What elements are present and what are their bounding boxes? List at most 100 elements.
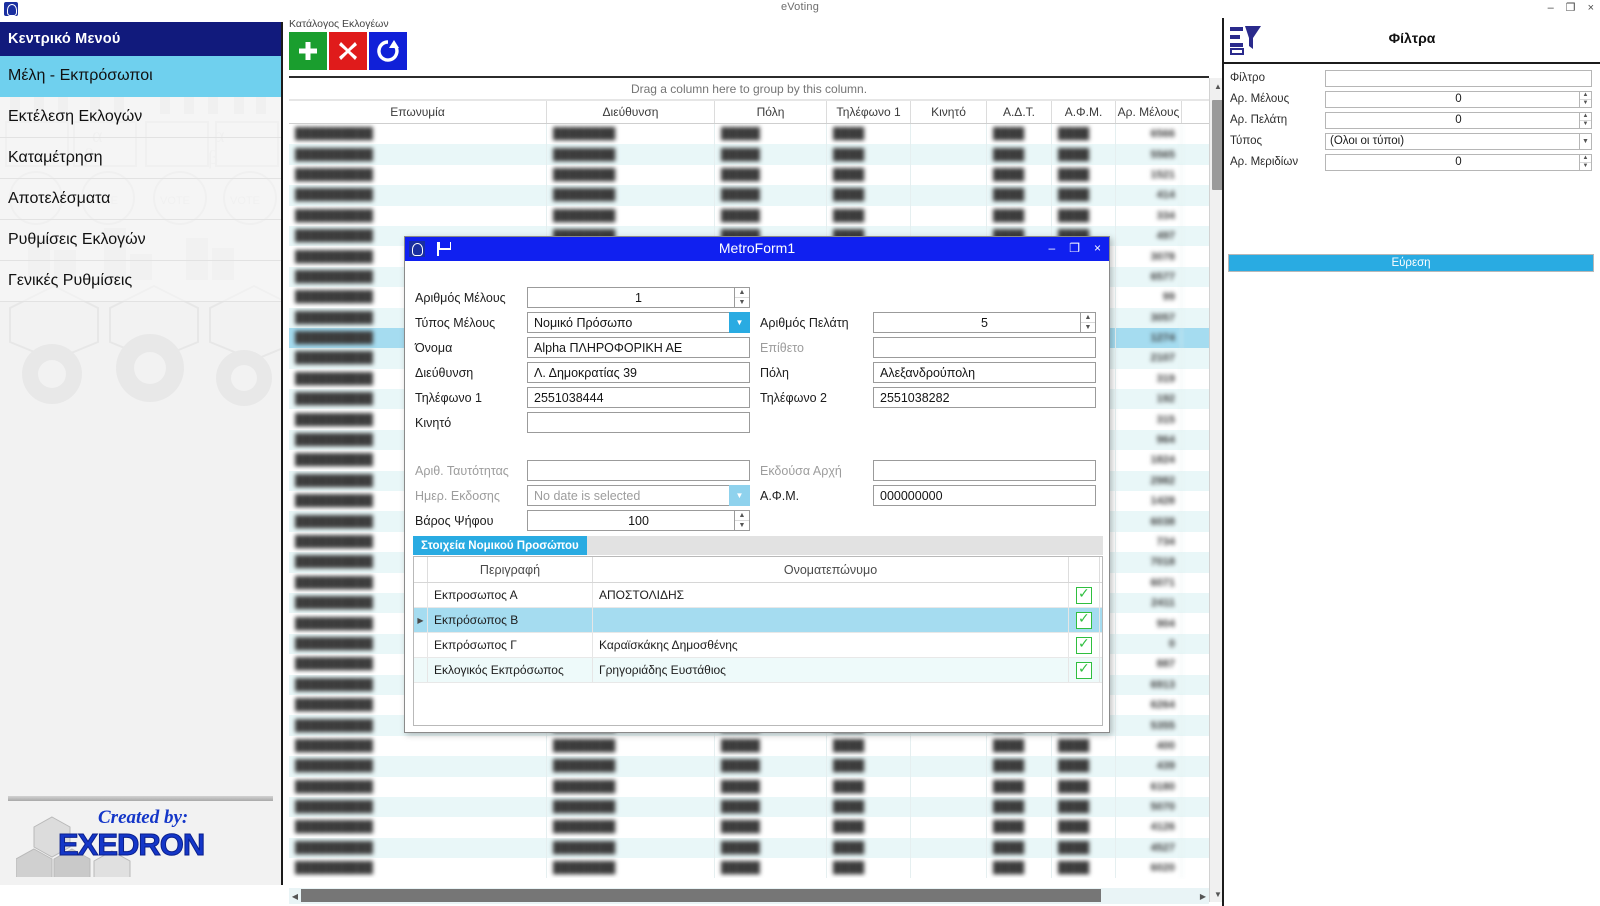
cell-description[interactable]: Εκπρόσωπος Γ: [428, 633, 593, 657]
window-minimize-button[interactable]: –: [1548, 2, 1554, 14]
chevron-down-icon[interactable]: ▼: [729, 312, 750, 333]
sidebar-item-results[interactable]: Αποτελέσματα: [0, 179, 281, 220]
input-city[interactable]: Αλεξανδρούπολη: [873, 362, 1096, 383]
filter-combo-type[interactable]: (Ολοι οι τύποι) ▼: [1325, 132, 1592, 150]
sidebar-item-counting[interactable]: Καταμέτρηση: [0, 138, 281, 179]
search-button[interactable]: Εύρεση: [1228, 254, 1594, 272]
spinner-shares[interactable]: ▲ ▼: [1579, 153, 1592, 171]
check-doc-icon[interactable]: [1076, 660, 1092, 679]
cell-description[interactable]: Εκπροσωπος Α: [428, 583, 593, 607]
table-row[interactable]: ██████████ ████████ █████ ████ ████ ████ 4126: [289, 817, 1209, 838]
representative-row[interactable]: Εκπροσωπος Α ΑΠΟΣΤΟΛΙΔΗΣ: [414, 583, 1102, 608]
input-afm[interactable]: 000000000: [873, 485, 1096, 506]
dialog-minimize-button[interactable]: –: [1049, 241, 1056, 255]
sidebar-item-election-settings[interactable]: Ρυθμίσεις Εκλογών: [0, 220, 281, 261]
table-row[interactable]: ██████████ ████████ █████ ████ ████ ████ 334: [289, 205, 1209, 226]
chevron-down-icon[interactable]: ▼: [1579, 132, 1592, 150]
grid-col-city[interactable]: Πόλη: [715, 101, 827, 123]
cell-action[interactable]: [1069, 658, 1100, 682]
scroll-right-arrow-icon[interactable]: ▶: [1197, 888, 1209, 904]
dialog-maximize-button[interactable]: ❐: [1069, 241, 1080, 255]
horizontal-scroll-thumb[interactable]: [301, 889, 1101, 902]
filter-input-member-no[interactable]: 0 ▲ ▼: [1325, 90, 1592, 108]
representative-row[interactable]: ▶ Εκπρόσωπος Β: [414, 608, 1102, 633]
check-doc-icon[interactable]: [1076, 585, 1092, 604]
spinner-client-no[interactable]: ▲ ▼: [1579, 111, 1592, 129]
refresh-button[interactable]: [369, 32, 407, 70]
spinner-member-no[interactable]: ▲ ▼: [1579, 90, 1592, 108]
check-doc-icon[interactable]: [1076, 610, 1092, 629]
cell-action[interactable]: [1069, 608, 1100, 632]
representatives-grid-body[interactable]: Εκπροσωπος ΑΑΠΟΣΤΟΛΙΔΗΣ▶Εκπρόσωπος ΒΕκπρ…: [414, 583, 1102, 683]
cell-redacted: ████: [987, 796, 1052, 818]
add-button[interactable]: [289, 32, 327, 70]
spinner-member-no[interactable]: ▲ ▼: [734, 287, 750, 308]
sidebar-item-members[interactable]: Μέλη - Εκπρόσωποι: [0, 56, 281, 97]
tab-legal-entity-details[interactable]: Στοιχεία Νομικού Προσώπου: [413, 536, 587, 555]
group-by-panel[interactable]: Drag a column here to group by this colu…: [289, 78, 1209, 100]
filter-label-shares: Αρ. Μεριδίων: [1230, 156, 1299, 168]
cell-full-name[interactable]: Γρηγοριάδης Ευστάθιος: [593, 658, 1069, 682]
grid-horizontal-scrollbar[interactable]: ◀ ▶: [289, 888, 1209, 904]
table-row[interactable]: ██████████ ████████ █████ ████ ████ ████ 6180: [289, 776, 1209, 797]
filter-label-client-no: Αρ. Πελάτη: [1230, 114, 1288, 126]
input-last-name[interactable]: [873, 337, 1096, 358]
input-first-name[interactable]: Alpha ΠΛΗΡΟΦΟΡΙΚΗ ΑΕ: [527, 337, 750, 358]
representative-row[interactable]: Εκλογικός Εκπρόσωπος Γρηγοριάδης Ευστάθιο…: [414, 658, 1102, 683]
calendar-dropdown-icon[interactable]: ▼: [729, 485, 750, 506]
sidebar-item-run-elections[interactable]: Εκτέλεση Εκλογών: [0, 97, 281, 138]
redacted-value: ██████████: [295, 617, 373, 630]
input-phone1[interactable]: 2551038444: [527, 387, 750, 408]
grid-col-mobile[interactable]: Κινητό: [911, 101, 987, 123]
cell-full-name[interactable]: ΑΠΟΣΤΟΛΙΔΗΣ: [593, 583, 1069, 607]
cell-description[interactable]: Εκπρόσωπος Β: [428, 608, 593, 632]
input-id-number[interactable]: [527, 460, 750, 481]
input-issuing-authority[interactable]: [873, 460, 1096, 481]
grid-col-adt[interactable]: Α.Δ.Τ.: [987, 101, 1052, 123]
cell-action[interactable]: [1069, 633, 1100, 657]
filter-input-client-no[interactable]: 0 ▲ ▼: [1325, 111, 1592, 129]
table-row[interactable]: ██████████ ████████ █████ ████ ████ ████ 400: [289, 735, 1209, 757]
redacted-value: ████████: [553, 821, 616, 834]
table-row[interactable]: ██████████ ████████ █████ ████ ████ ████ 4527: [289, 837, 1209, 859]
window-maximize-button[interactable]: ❐: [1566, 2, 1576, 14]
filter-input-shares[interactable]: 0 ▲ ▼: [1325, 153, 1592, 171]
input-phone2[interactable]: 2551038282: [873, 387, 1096, 408]
scroll-left-arrow-icon[interactable]: ◀: [289, 888, 301, 904]
cell-action[interactable]: [1069, 583, 1100, 607]
spinner-vote-weight[interactable]: ▲ ▼: [734, 510, 750, 531]
grid-col-afm[interactable]: Α.Φ.Μ.: [1052, 101, 1116, 123]
input-member-no[interactable]: 1 ▲ ▼: [527, 287, 750, 308]
window-close-button[interactable]: ×: [1588, 2, 1594, 14]
table-row[interactable]: ██████████ ████████ █████ ████ ████ ████ 6020: [289, 858, 1209, 879]
spinner-client-no[interactable]: ▲ ▼: [1080, 312, 1096, 333]
table-row[interactable]: ██████████ ████████ █████ ████ ████ ████ 439: [289, 756, 1209, 777]
filter-input-filtro[interactable]: [1325, 69, 1592, 87]
cell-full-name[interactable]: Καραϊσκάκης Δημοσθένης: [593, 633, 1069, 657]
grid-col-member-no[interactable]: Αρ. Μέλους: [1116, 101, 1182, 123]
dialog-titlebar[interactable]: MetroForm1 – ❐ ×: [405, 237, 1109, 261]
table-row[interactable]: ██████████ ████████ █████ ████ ████ ████ 5565: [289, 144, 1209, 165]
dialog-close-button[interactable]: ×: [1094, 241, 1101, 255]
representative-row[interactable]: Εκπρόσωπος Γ Καραϊσκάκης Δημοσθένης: [414, 633, 1102, 658]
grid-col-phone1[interactable]: Τηλέφωνο 1: [827, 101, 911, 123]
table-row[interactable]: ██████████ ████████ █████ ████ ████ ████ 1521: [289, 164, 1209, 186]
combo-member-type[interactable]: Νομικό Πρόσωπο ▼: [527, 312, 750, 333]
rep-col-full-name[interactable]: Ονοματεπώνυμο: [593, 557, 1069, 582]
check-doc-icon[interactable]: [1076, 635, 1092, 654]
rep-col-description[interactable]: Περιγραφή: [428, 557, 593, 582]
sidebar-item-general-settings[interactable]: Γενικές Ρυθμίσεις: [0, 261, 281, 302]
cell-full-name[interactable]: [593, 608, 1069, 632]
table-row[interactable]: ██████████ ████████ █████ ████ ████ ████ 414: [289, 185, 1209, 206]
input-client-no[interactable]: 5 ▲ ▼: [873, 312, 1096, 333]
cell-description[interactable]: Εκλογικός Εκπρόσωπος: [428, 658, 593, 682]
table-row[interactable]: ██████████ ████████ █████ ████ ████ ████ 6566: [289, 124, 1209, 145]
delete-button[interactable]: [329, 32, 367, 70]
input-vote-weight[interactable]: 100 ▲ ▼: [527, 510, 750, 531]
grid-col-name[interactable]: Επωνυμία: [289, 101, 547, 123]
table-row[interactable]: ██████████ ████████ █████ ████ ████ ████ 5070: [289, 796, 1209, 818]
grid-col-address[interactable]: Διεύθυνση: [547, 101, 715, 123]
input-address[interactable]: Λ. Δημοκρατίας 39: [527, 362, 750, 383]
input-mobile[interactable]: [527, 412, 750, 433]
datepicker-issue-date[interactable]: No date is selected ▼: [527, 485, 750, 506]
